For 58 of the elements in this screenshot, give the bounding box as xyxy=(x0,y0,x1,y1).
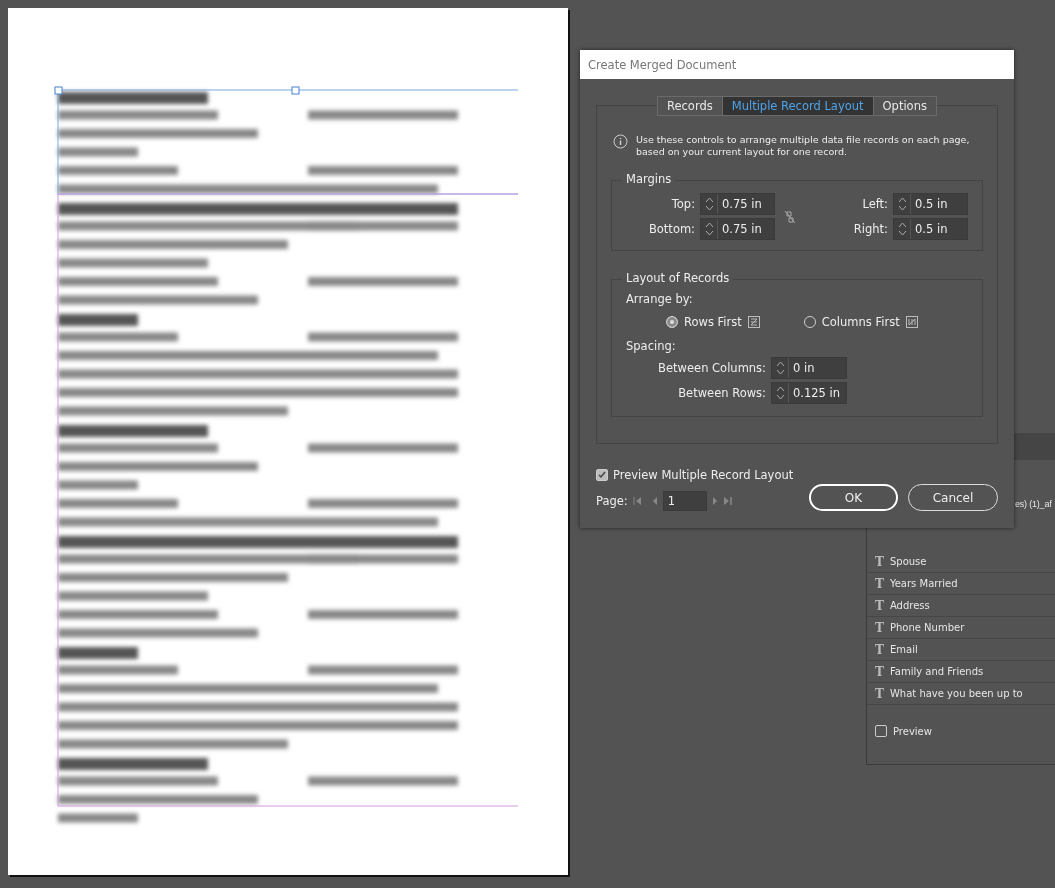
text-field-icon: T xyxy=(875,642,884,657)
field-row[interactable]: T Years Married xyxy=(867,573,1055,595)
text-field-icon: T xyxy=(875,686,884,701)
page-field[interactable]: 1 xyxy=(662,491,707,511)
field-row[interactable]: T Email xyxy=(867,639,1055,661)
text-field-icon: T xyxy=(875,598,884,613)
preview-label: Preview xyxy=(893,725,932,737)
field-row[interactable]: T Address xyxy=(867,595,1055,617)
number-field[interactable]: 0.5 in xyxy=(893,193,968,215)
tab[interactable]: Multiple Record Layout xyxy=(721,97,873,115)
field-label: Between Columns: xyxy=(658,361,766,375)
number-field[interactable]: 0.75 in xyxy=(700,193,775,215)
ok-button[interactable]: OK xyxy=(809,484,898,511)
preview-checkbox[interactable] xyxy=(875,725,887,737)
field-row[interactable]: T Spouse xyxy=(867,551,1055,573)
option-label: Rows First xyxy=(684,315,742,329)
number-field[interactable]: 0.5 in xyxy=(893,218,968,240)
columns-order-icon xyxy=(905,316,918,328)
preview-label: Preview Multiple Record Layout xyxy=(613,468,794,482)
number-field[interactable]: 0.75 in xyxy=(700,218,775,240)
stepper-icon[interactable] xyxy=(704,221,714,237)
group-title: Layout of Records xyxy=(622,271,734,285)
field-row[interactable]: T Phone Number xyxy=(867,617,1055,639)
spacing-label: Spacing: xyxy=(626,339,677,353)
text-field-icon: T xyxy=(875,664,884,679)
field-label: Right: xyxy=(853,222,888,236)
previous-page-icon[interactable] xyxy=(651,496,658,506)
rows-order-icon xyxy=(747,316,760,328)
number-field[interactable]: 0 in xyxy=(771,357,847,379)
last-page-icon[interactable] xyxy=(722,496,733,506)
preview-checkbox[interactable] xyxy=(596,469,608,481)
dialog-title: Create Merged Document xyxy=(580,50,1014,79)
stepper-icon[interactable] xyxy=(897,221,907,237)
stepper-icon[interactable] xyxy=(897,196,907,212)
tab[interactable]: Options xyxy=(872,97,936,115)
stepper-icon[interactable] xyxy=(775,385,785,401)
group-title: Margins xyxy=(622,172,676,186)
link-icon[interactable] xyxy=(784,209,796,224)
text-field-icon: T xyxy=(875,554,884,569)
next-page-icon[interactable] xyxy=(711,496,718,506)
field-row[interactable]: T What have you been up to xyxy=(867,683,1055,705)
stepper-icon[interactable] xyxy=(775,360,785,376)
field-row[interactable]: T Family and Friends xyxy=(867,661,1055,683)
info-icon xyxy=(613,134,628,149)
number-field[interactable]: 0.125 in xyxy=(771,382,847,404)
page-label: Page: xyxy=(596,494,628,508)
arrange-label: Arrange by: xyxy=(626,292,694,306)
radio-button[interactable] xyxy=(666,316,678,328)
text-field-icon: T xyxy=(875,620,884,635)
option-label: Columns First xyxy=(821,315,900,329)
info-text: Use these controls to arrange multiple data file records on each page, based on your current layout for one record. xyxy=(636,134,971,158)
field-label: Bottom: xyxy=(648,222,695,236)
field-label: Top: xyxy=(671,197,695,211)
field-label: Between Rows: xyxy=(678,386,766,400)
source-file-name: es) (1)_af xyxy=(1015,498,1052,510)
text-field-icon: T xyxy=(875,576,884,591)
stepper-icon[interactable] xyxy=(704,196,714,212)
field-label: Left: xyxy=(862,197,888,211)
